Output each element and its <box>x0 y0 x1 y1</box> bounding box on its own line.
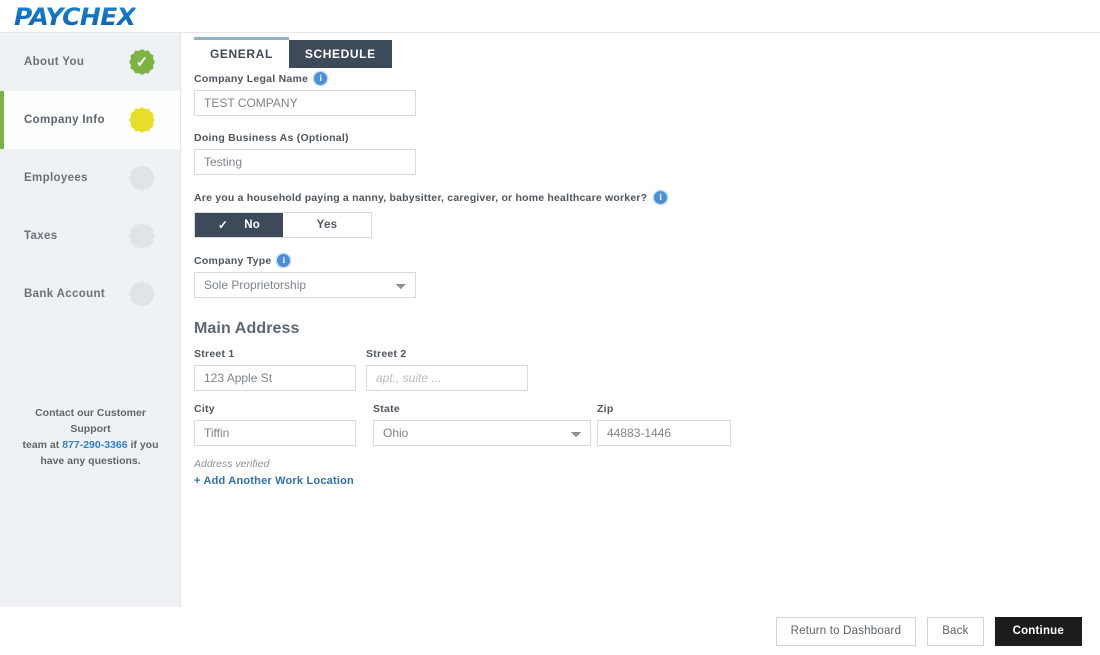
support-line-2-prefix: team at <box>22 439 63 451</box>
support-line-1: Contact our Customer Support <box>35 407 146 435</box>
sidebar-item-label: Bank Account <box>24 288 106 300</box>
footer-actions: Return to Dashboard Back Continue <box>0 607 1100 655</box>
info-icon[interactable]: i <box>314 72 328 85</box>
info-icon[interactable]: i <box>277 254 291 267</box>
pending-circle-icon <box>128 280 156 308</box>
app-root: PAYCHEX About You ✓ Company Info Employe… <box>0 0 1100 655</box>
state-select[interactable]: Ohio <box>373 420 591 446</box>
city-input[interactable] <box>194 420 356 446</box>
field-city: City <box>194 403 373 446</box>
field-zip: Zip <box>597 403 737 446</box>
field-company-legal-name: Company Legal Name i <box>194 72 1054 116</box>
field-state: State Ohio <box>373 403 597 446</box>
app-header: PAYCHEX <box>0 0 1100 33</box>
household-question-label: Are you a household paying a nanny, baby… <box>194 191 648 204</box>
sidebar-item-label: Taxes <box>24 230 58 242</box>
street2-input[interactable] <box>366 365 528 391</box>
sidebar-item-label: Employees <box>24 172 88 184</box>
sidebar-item-taxes[interactable]: Taxes <box>0 207 180 265</box>
field-street1: Street 1 <box>194 348 366 391</box>
household-question-label-row: Are you a household paying a nanny, baby… <box>194 191 1054 204</box>
checkmark-icon: ✓ <box>217 218 229 232</box>
current-circle-icon <box>128 106 156 134</box>
doing-business-as-input[interactable] <box>194 149 416 175</box>
support-phone-link[interactable]: 877-290-3366 <box>62 439 127 451</box>
company-type-label: Company Type <box>194 254 272 267</box>
street2-label: Street 2 <box>366 348 407 360</box>
add-another-work-location-link[interactable]: + Add Another Work Location <box>194 475 354 487</box>
street1-label: Street 1 <box>194 348 235 360</box>
doing-business-as-label: Doing Business As (Optional) <box>194 132 349 144</box>
address-row-city-state-zip: City State Ohio Zip <box>194 403 1054 446</box>
back-button[interactable]: Back <box>927 616 984 646</box>
paychex-logo: PAYCHEX <box>14 3 136 31</box>
household-toggle-no-label: No <box>244 219 261 231</box>
field-household-worker-question: Are you a household paying a nanny, baby… <box>194 191 1054 238</box>
support-line-3: have any questions. <box>40 455 141 467</box>
sidebar-nav: About You ✓ Company Info Employees Taxes… <box>0 33 181 607</box>
continue-button[interactable]: Continue <box>994 616 1082 646</box>
sidebar-item-company-info[interactable]: Company Info <box>0 91 180 149</box>
tab-bar: GENERAL SCHEDULE <box>194 33 392 68</box>
household-toggle-yes-label: Yes <box>316 219 338 231</box>
household-toggle-no[interactable]: ✓ No <box>195 213 283 237</box>
household-toggle-yes[interactable]: Yes <box>283 213 371 237</box>
zip-input[interactable] <box>597 420 731 446</box>
sidebar-item-label: About You <box>24 56 85 68</box>
street1-input[interactable] <box>194 365 356 391</box>
checkmark-glyph: ✓ <box>135 53 149 71</box>
return-to-dashboard-button[interactable]: Return to Dashboard <box>775 616 917 646</box>
state-label: State <box>373 403 400 415</box>
sidebar-item-bank-account[interactable]: Bank Account <box>0 265 180 323</box>
company-legal-name-label-row: Company Legal Name i <box>194 72 1054 85</box>
pending-circle-icon <box>128 164 156 192</box>
company-type-label-row: Company Type i <box>194 254 1054 267</box>
support-line-2-suffix: if you <box>127 439 159 451</box>
address-row-street: Street 1 Street 2 <box>194 348 1054 391</box>
zip-label: Zip <box>597 403 614 415</box>
household-toggle-group: ✓ No Yes <box>194 212 372 238</box>
sidebar-item-about-you[interactable]: About You ✓ <box>0 33 180 91</box>
company-legal-name-label: Company Legal Name <box>194 72 309 85</box>
field-company-type: Company Type i Sole Proprietorship <box>194 254 1054 298</box>
tab-general[interactable]: GENERAL <box>194 37 289 68</box>
company-type-select[interactable]: Sole Proprietorship <box>194 272 416 298</box>
sidebar-item-employees[interactable]: Employees <box>0 149 180 207</box>
customer-support-block: Contact our Customer Support team at 877… <box>0 405 181 469</box>
pending-circle-icon <box>128 222 156 250</box>
field-street2: Street 2 <box>366 348 538 391</box>
info-icon[interactable]: i <box>654 191 668 204</box>
doing-business-as-label-row: Doing Business As (Optional) <box>194 132 1054 144</box>
sidebar-item-label: Company Info <box>24 114 105 126</box>
company-info-form: Company Legal Name i Doing Business As (… <box>194 72 1054 489</box>
city-label: City <box>194 403 215 415</box>
check-circle-icon: ✓ <box>128 48 156 76</box>
company-legal-name-input[interactable] <box>194 90 416 116</box>
tab-schedule[interactable]: SCHEDULE <box>288 40 392 68</box>
field-doing-business-as: Doing Business As (Optional) <box>194 132 1054 175</box>
main-address-heading: Main Address <box>194 320 300 337</box>
address-verified-text: Address verified <box>194 458 270 470</box>
